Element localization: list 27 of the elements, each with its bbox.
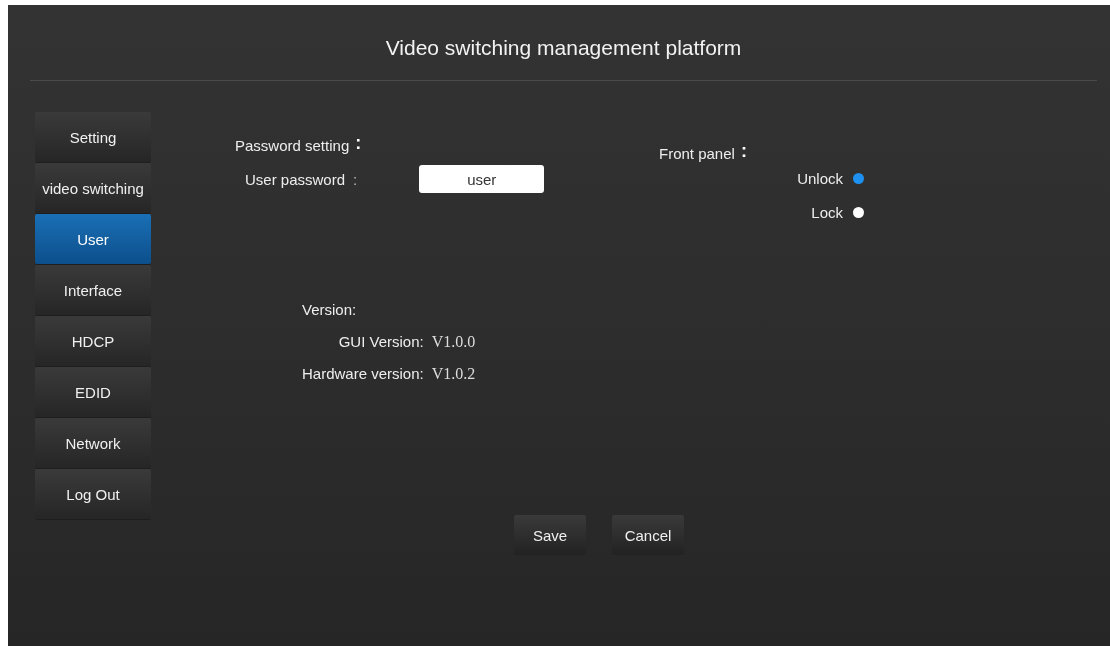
field-label: User password: [245, 170, 346, 188]
nav-item[interactable]: HDCP: [35, 316, 151, 366]
colon: :: [355, 133, 362, 154]
nav-item[interactable]: Setting: [35, 112, 151, 162]
password-field[interactable]: user: [419, 165, 545, 193]
radio-button[interactable]: [853, 173, 864, 184]
nav-item[interactable]: EDID: [35, 367, 151, 417]
page-title: Video switching management platform: [385, 34, 742, 60]
nav-item[interactable]: User: [35, 214, 151, 264]
nav-item[interactable]: Network: [35, 418, 151, 468]
version-value: V1.0.0: [431, 333, 476, 351]
section-heading: Front panel: [659, 145, 735, 162]
action-button[interactable]: Save: [514, 515, 586, 555]
version-label: GUI Version:: [337, 333, 424, 351]
colon: :: [353, 170, 358, 188]
option-label: Lock: [811, 204, 843, 221]
option-label: Unlock: [797, 170, 843, 187]
colon: :: [740, 141, 747, 162]
nav-item[interactable]: video switching: [35, 163, 151, 213]
version-label: Hardware version:: [302, 365, 424, 383]
version-value: V1.0.2: [431, 365, 476, 383]
action-button[interactable]: Cancel: [612, 515, 684, 555]
nav-item[interactable]: Log Out: [35, 469, 151, 519]
nav-item[interactable]: Interface: [35, 265, 151, 315]
section-heading: Version:: [302, 301, 358, 318]
section-heading: Password setting: [235, 137, 350, 154]
radio-button[interactable]: [853, 207, 864, 218]
